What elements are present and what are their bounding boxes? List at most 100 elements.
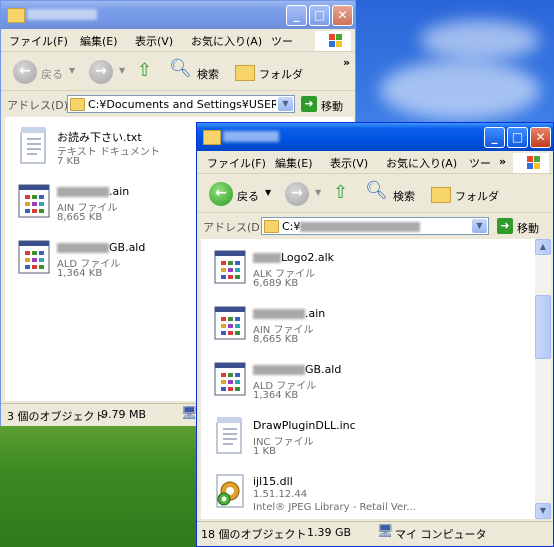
- list-item[interactable]: Logo2.alk ALK ファイル 6,689 KB: [201, 247, 441, 299]
- address-input[interactable]: C:¥: [282, 220, 470, 233]
- address-dropdown-icon[interactable]: ▼: [278, 97, 293, 111]
- folders-icon[interactable]: [235, 65, 255, 81]
- text-file-icon: [17, 125, 51, 165]
- go-button[interactable]: ➜ 移動: [301, 96, 351, 114]
- file-size: 1,364 KB: [253, 390, 299, 401]
- folders-button-label[interactable]: フォルダ: [259, 66, 303, 82]
- up-folder-icon[interactable]: ⇧: [137, 60, 152, 81]
- folders-button-label[interactable]: フォルダ: [455, 188, 499, 204]
- file-name: .ain: [57, 185, 129, 198]
- menu-overflow-icon[interactable]: »: [499, 155, 506, 168]
- maximize-button[interactable]: □: [507, 127, 528, 148]
- list-item[interactable]: .ain AIN ファイル 8,665 KB: [201, 303, 441, 355]
- menu-view[interactable]: 表示(V): [135, 33, 173, 49]
- menu-file[interactable]: ファイル(F): [9, 33, 68, 49]
- status-total-size: 1.39 GB: [307, 526, 352, 539]
- redacted-name: [253, 253, 281, 263]
- windows-flag-icon: [315, 31, 351, 51]
- go-button[interactable]: ➜ 移動: [497, 218, 549, 236]
- file-name: ijl15.dll: [253, 475, 293, 488]
- redacted-name: [253, 309, 305, 319]
- file-name: DrawPluginDLL.inc: [253, 419, 356, 432]
- list-item[interactable]: GB.ald ALD ファイル 1,364 KB: [201, 359, 441, 411]
- menu-edit[interactable]: 編集(E): [80, 33, 118, 49]
- list-item[interactable]: ijl15.dll 1.51.12.44 Intel® JPEG Library…: [201, 471, 441, 519]
- close-button[interactable]: ✕: [530, 127, 551, 148]
- file-name: .ain: [253, 307, 325, 320]
- desktop-cloud: [380, 60, 540, 120]
- maximize-button[interactable]: □: [309, 5, 330, 26]
- up-folder-icon[interactable]: ⇧: [333, 182, 348, 203]
- menu-favorites[interactable]: お気に入り(A): [386, 155, 457, 171]
- vertical-scrollbar[interactable]: ▲ ▼: [535, 239, 551, 519]
- status-location: マイ コンピュータ: [395, 528, 487, 541]
- app-window-file-icon: [213, 303, 247, 343]
- menu-tools[interactable]: ツー: [469, 155, 491, 171]
- text-file-icon: [213, 415, 247, 455]
- toolbar-overflow-icon[interactable]: »: [343, 56, 350, 69]
- windows-flag-icon: [513, 153, 549, 173]
- list-item[interactable]: DrawPluginDLL.inc INC ファイル 1 KB: [201, 415, 441, 467]
- close-button[interactable]: ✕: [332, 5, 353, 26]
- menu-edit[interactable]: 編集(E): [275, 155, 313, 171]
- forward-dropdown-icon[interactable]: ▼: [315, 188, 321, 197]
- scroll-down-icon[interactable]: ▼: [535, 503, 551, 519]
- back-arrow-icon[interactable]: ←: [13, 60, 37, 84]
- minimize-button[interactable]: _: [286, 5, 307, 26]
- redacted-name: [57, 243, 109, 253]
- app-window-file-icon: [213, 247, 247, 287]
- back-button-label[interactable]: 戻る: [237, 188, 259, 204]
- address-field[interactable]: C:¥ ▼: [261, 217, 489, 235]
- folders-icon[interactable]: [431, 187, 451, 203]
- file-list[interactable]: Logo2.alk ALK ファイル 6,689 KB .ain AIN ファイ…: [201, 239, 535, 519]
- folder-icon: [264, 220, 279, 233]
- file-size: 1 KB: [253, 446, 276, 457]
- menu-bar: ファイル(F) 編集(E) 表示(V) お気に入り(A) ツー: [1, 29, 355, 52]
- menu-file[interactable]: ファイル(F): [207, 155, 266, 171]
- forward-dropdown-icon[interactable]: ▼: [119, 66, 125, 75]
- file-size: 8,665 KB: [253, 334, 299, 345]
- menu-favorites[interactable]: お気に入り(A): [191, 33, 262, 49]
- file-name: GB.ald: [57, 241, 145, 254]
- scroll-up-icon[interactable]: ▲: [535, 239, 551, 255]
- folder-icon: [70, 98, 85, 111]
- search-icon[interactable]: 🔍︎: [169, 58, 192, 79]
- folder-icon: [7, 8, 25, 23]
- file-version: 1.51.12.44: [253, 489, 308, 500]
- status-object-count: 3 個のオブジェクト: [7, 410, 106, 423]
- computer-icon: 🖥︎: [377, 524, 394, 539]
- app-window-file-icon: [17, 181, 51, 221]
- folder-icon: [203, 130, 221, 145]
- address-input[interactable]: C:¥Documents and Settings¥USER¥:: [88, 98, 276, 111]
- address-field[interactable]: C:¥Documents and Settings¥USER¥: ▼: [67, 95, 295, 113]
- minimize-button[interactable]: _: [484, 127, 505, 148]
- search-button-label[interactable]: 検索: [393, 188, 415, 204]
- menu-bar: ファイル(F) 編集(E) 表示(V) お気に入り(A) ツー »: [197, 151, 553, 174]
- search-icon[interactable]: 🔍︎: [365, 180, 388, 201]
- search-button-label[interactable]: 検索: [197, 66, 219, 82]
- address-bar: アドレス(D) C:¥ ▼ ➜ 移動: [197, 215, 553, 237]
- file-name: Logo2.alk: [253, 251, 334, 264]
- scroll-thumb[interactable]: [535, 295, 551, 359]
- window-title-redacted: [27, 9, 97, 20]
- status-total-size: 9.79 MB: [101, 408, 147, 421]
- window-title-redacted: [223, 131, 279, 142]
- menu-view[interactable]: 表示(V): [330, 155, 368, 171]
- app-window-file-icon: [17, 237, 51, 277]
- explorer-window-front[interactable]: _ □ ✕ ファイル(F) 編集(E) 表示(V) お気に入り(A) ツー » …: [196, 122, 554, 547]
- address-label: アドレス(D): [7, 99, 69, 112]
- address-dropdown-icon[interactable]: ▼: [472, 219, 487, 233]
- go-button-label: 移動: [517, 222, 539, 235]
- redacted-name: [57, 187, 109, 197]
- title-bar[interactable]: _ □ ✕: [1, 1, 355, 29]
- dll-gear-icon: [213, 471, 247, 511]
- title-bar[interactable]: _ □ ✕: [197, 123, 553, 151]
- forward-arrow-icon[interactable]: →: [89, 60, 113, 84]
- back-dropdown-icon[interactable]: ▼: [265, 188, 271, 197]
- back-arrow-icon[interactable]: ←: [209, 182, 233, 206]
- back-dropdown-icon[interactable]: ▼: [69, 66, 75, 75]
- forward-arrow-icon[interactable]: →: [285, 182, 309, 206]
- back-button-label[interactable]: 戻る: [41, 66, 63, 82]
- file-name: GB.ald: [253, 363, 341, 376]
- menu-tools[interactable]: ツー: [271, 33, 293, 49]
